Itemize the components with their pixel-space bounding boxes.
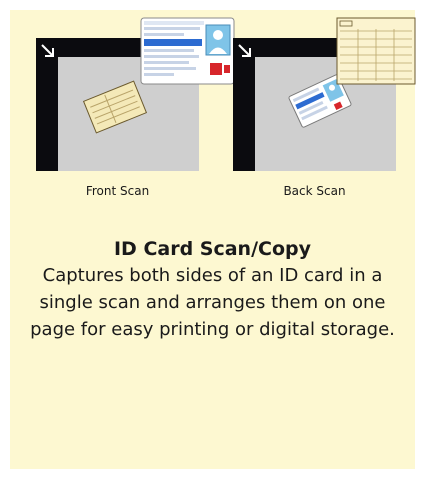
arrow-down-right-icon — [238, 44, 251, 57]
feature-title: ID Card Scan/Copy — [113, 238, 312, 260]
feature-description: Captures both sides of an ID card in a s… — [30, 265, 395, 340]
back-scan-caption: Back Scan — [283, 184, 346, 198]
id-card-icon — [140, 17, 235, 85]
arrow-down-right-icon — [41, 44, 54, 57]
feature-card: Front Scan Back Scan ID Card Scan/Copy C… — [10, 10, 416, 469]
scanned-page-icon — [336, 17, 416, 85]
card-back-icon — [82, 80, 148, 134]
front-scan-caption: Front Scan — [85, 184, 150, 198]
